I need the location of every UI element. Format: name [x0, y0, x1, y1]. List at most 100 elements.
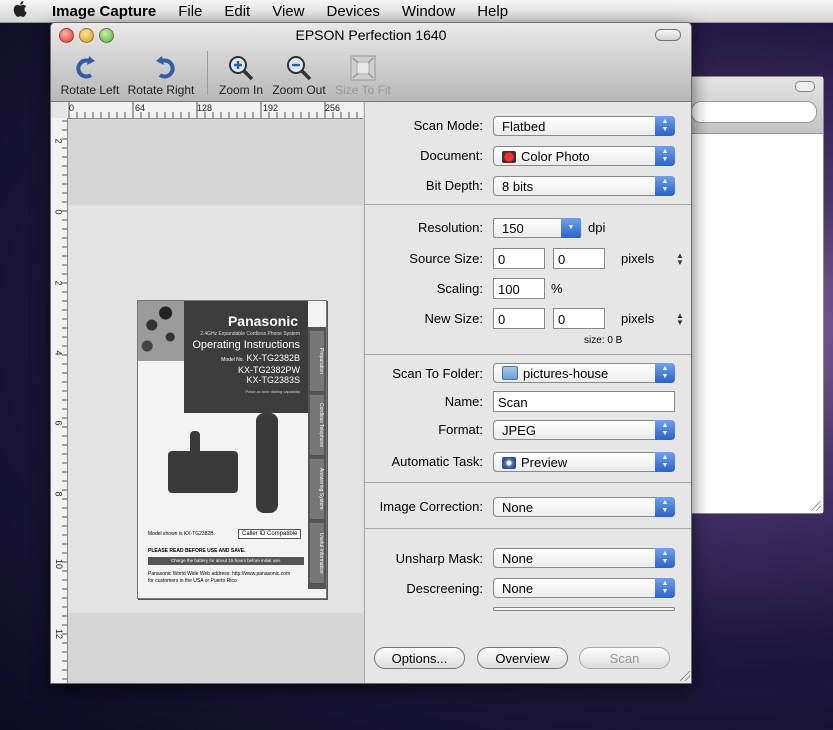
booklet-header: Panasonic 2.4GHz Expandable Cordless Pho…: [184, 301, 308, 413]
section-divider: [365, 354, 691, 355]
name-field[interactable]: Scan: [493, 391, 675, 412]
resolution-unit: dpi: [588, 220, 606, 235]
scan-mode-value: Flatbed: [502, 119, 546, 134]
hruler-label-192: 192: [263, 103, 279, 113]
new-size-width-field[interactable]: 0: [493, 308, 545, 329]
booklet-charge-bar: Charge the battery for about 15 hours be…: [148, 557, 304, 565]
source-size-stepper-icon[interactable]: ▲ ▼: [676, 252, 684, 267]
booklet-model-3: KX-TG2383S: [246, 375, 300, 385]
descreening-value: None: [502, 581, 534, 596]
vruler-label-6: 6: [53, 420, 64, 426]
resolution-value: 150: [502, 221, 524, 236]
menu-devices[interactable]: Devices: [315, 3, 390, 20]
new-size-height-field[interactable]: 0: [553, 308, 605, 329]
source-size-height-field[interactable]: 0: [553, 248, 605, 269]
format-value: JPEG: [502, 423, 536, 438]
automatic-task-popup[interactable]: Preview ▲ ▼: [493, 452, 675, 472]
resolution-combo[interactable]: 150 ▼: [493, 218, 581, 238]
source-size-label: Source Size:: [409, 251, 483, 266]
descreening-popup[interactable]: None ▲ ▼: [493, 578, 675, 598]
name-label: Name:: [444, 394, 483, 409]
menu-file[interactable]: File: [167, 3, 213, 20]
booklet-pulse-text: Pulse-or-tone dialing capability: [245, 389, 300, 394]
overview-button[interactable]: Overview: [477, 647, 568, 669]
window-title: EPSON Perfection 1640: [295, 27, 447, 43]
hruler-label-0: 0: [69, 103, 75, 113]
new-size-unit: pixels: [621, 311, 655, 326]
booklet-model-2: KX-TG2382PW: [237, 365, 300, 375]
section-divider: [365, 204, 691, 205]
booklet-tab-1: Preparation: [310, 331, 324, 391]
source-size-width-field[interactable]: 0: [493, 248, 545, 269]
rotate-left-button[interactable]: Rotate Left: [59, 53, 121, 97]
background-search-field[interactable]: [691, 101, 817, 123]
size-to-fit-button[interactable]: Size To Fit: [333, 53, 393, 97]
options-button[interactable]: Options...: [374, 647, 465, 669]
booklet-caller-id: Caller ID Compatible: [238, 529, 302, 539]
booklet-model-shown: Model shown is KX-TG2382B.: [148, 531, 215, 537]
scan-mode-popup[interactable]: Flatbed ▲ ▼: [493, 116, 675, 136]
background-window[interactable]: [690, 76, 824, 514]
unsharp-mask-popup[interactable]: None ▲ ▼: [493, 548, 675, 568]
window-titlebar[interactable]: EPSON Perfection 1640 Rotate Left Rotate…: [51, 23, 691, 102]
menu-view[interactable]: View: [261, 3, 315, 20]
zoom-out-button[interactable]: Zoom Out: [269, 53, 329, 97]
rotate-right-button[interactable]: Rotate Right: [125, 53, 197, 97]
chevron-updown-icon: ▲ ▼: [655, 497, 675, 517]
vertical-ruler: 2 0 2 4 6 8 10 12: [51, 118, 68, 683]
booklet-warning: PLEASE READ BEFORE USE AND SAVE.: [148, 548, 246, 554]
document-value: Color Photo: [521, 149, 590, 164]
resize-grip-icon[interactable]: [680, 671, 690, 681]
document-popup[interactable]: Color Photo ▲ ▼: [493, 146, 675, 166]
scan-button[interactable]: Scan: [579, 647, 670, 669]
booklet-foliage-graphic: [138, 301, 184, 361]
image-correction-popup[interactable]: None ▲ ▼: [493, 497, 675, 517]
scan-to-folder-label: Scan To Folder:: [392, 366, 483, 381]
format-label: Format:: [438, 422, 483, 437]
scanned-document-image: Panasonic 2.4GHz Expandable Cordless Pho…: [137, 300, 327, 599]
toolbar-toggle-button[interactable]: [655, 29, 681, 41]
booklet-tabs: Preparation Cordless Telephone Answering…: [308, 327, 326, 589]
toolbar-toggle-button[interactable]: [795, 81, 815, 92]
bit-depth-popup[interactable]: 8 bits ▲ ▼: [493, 176, 675, 196]
menu-edit[interactable]: Edit: [213, 3, 261, 20]
scan-to-folder-popup[interactable]: pictures-house ▲ ▼: [493, 363, 675, 383]
image-correction-label: Image Correction:: [379, 499, 483, 514]
menu-app-name[interactable]: Image Capture: [40, 3, 167, 20]
menu-help[interactable]: Help: [466, 3, 519, 20]
clipped-popup[interactable]: [493, 607, 675, 611]
resize-grip-icon[interactable]: [811, 501, 821, 511]
apple-menu-icon[interactable]: [0, 1, 40, 21]
hruler-label-64: 64: [135, 103, 146, 113]
booklet-model-1: KX-TG2382B: [246, 353, 300, 363]
automatic-task-value: Preview: [521, 455, 568, 470]
chevron-updown-icon: ▲ ▼: [655, 176, 675, 196]
booklet-handset-graphic: [256, 413, 278, 513]
image-correction-value: None: [502, 500, 534, 515]
scan-preview-pane[interactable]: 0 64 128 192 256 2 0 2 4 6 8 10 12 Panas…: [51, 102, 363, 683]
vruler-label-4: 4: [53, 350, 64, 356]
vruler-label-2: 2: [53, 280, 64, 286]
descreening-label: Descreening:: [406, 581, 483, 596]
menu-window[interactable]: Window: [391, 3, 466, 20]
scan-settings-panel: Scan Mode: Flatbed ▲ ▼ Document: Color Ph…: [364, 102, 691, 683]
background-window-toolbar: [691, 77, 823, 134]
horizontal-ruler-ticks: [68, 102, 358, 118]
folder-icon: [502, 366, 518, 380]
booklet-customers: for customers in the USA or Puerto Rico: [148, 578, 237, 584]
format-popup[interactable]: JPEG ▲ ▼: [493, 420, 675, 440]
booklet-subtitle: 2.4GHz Expandable Cordless Phone System: [200, 331, 300, 337]
vruler-label-0: 0: [53, 209, 64, 215]
section-divider: [365, 482, 691, 483]
chevron-down-icon: ▼: [561, 218, 581, 238]
new-size-stepper-icon[interactable]: ▲ ▼: [676, 312, 684, 327]
scaling-field[interactable]: 100: [493, 278, 545, 299]
scan-mode-label: Scan Mode:: [413, 118, 483, 133]
unsharp-mask-label: Unsharp Mask:: [395, 551, 483, 566]
vruler-label-12: 12: [54, 628, 65, 640]
booklet-tab-4: Useful Information: [310, 523, 324, 583]
preview-app-icon: [502, 457, 516, 469]
zoom-in-button[interactable]: Zoom In: [215, 53, 267, 97]
rotate-left-icon: [76, 56, 95, 79]
scan-area-bottom: [68, 613, 363, 683]
